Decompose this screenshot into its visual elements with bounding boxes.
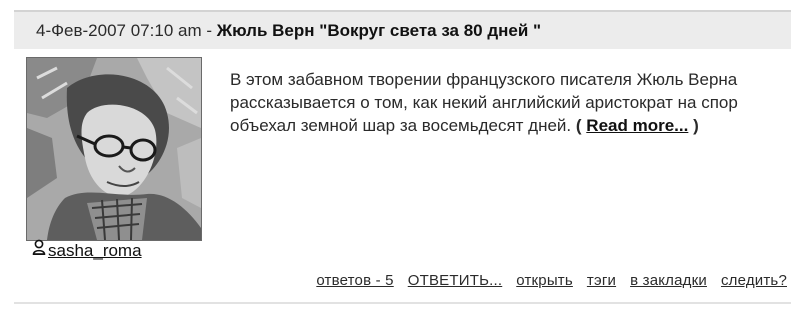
replies-count-link[interactable]: ответов - 5 [316,272,393,289]
blog-post: 4-Фев-2007 07:10 am - Жюль Верн "Вокруг … [14,10,791,310]
post-header: 4-Фев-2007 07:10 am - Жюль Верн "Вокруг … [14,10,791,49]
post-actions: ответов - 5 ОТВЕТИТЬ... открыть тэги в закла… [302,272,787,289]
author-avatar[interactable] [26,57,202,241]
title-separator: - [201,21,217,40]
post-title: Жюль Верн "Вокруг света за 80 дней " [216,21,542,40]
read-more-open-paren: ( [575,116,582,135]
tags-link[interactable]: тэги [587,272,616,289]
open-link[interactable]: открыть [516,272,573,289]
bookmark-link[interactable]: в закладки [630,272,707,289]
read-more-group: ( Read more... ) [576,116,699,135]
read-more-close-paren: ) [693,116,699,135]
footer-divider [14,302,791,304]
read-more-link[interactable]: Read more... [586,116,688,135]
user-icon [32,237,46,263]
author-line: sasha_roma [32,238,142,264]
post-date: 4-Фев-2007 07:10 am [36,21,202,40]
post-body: В этом забавном творении французского пи… [230,68,780,137]
reply-link[interactable]: ОТВЕТИТЬ... [408,272,503,289]
follow-link[interactable]: следить? [721,272,787,289]
avatar-photo [27,58,201,240]
author-name-link[interactable]: sasha_roma [48,241,142,260]
